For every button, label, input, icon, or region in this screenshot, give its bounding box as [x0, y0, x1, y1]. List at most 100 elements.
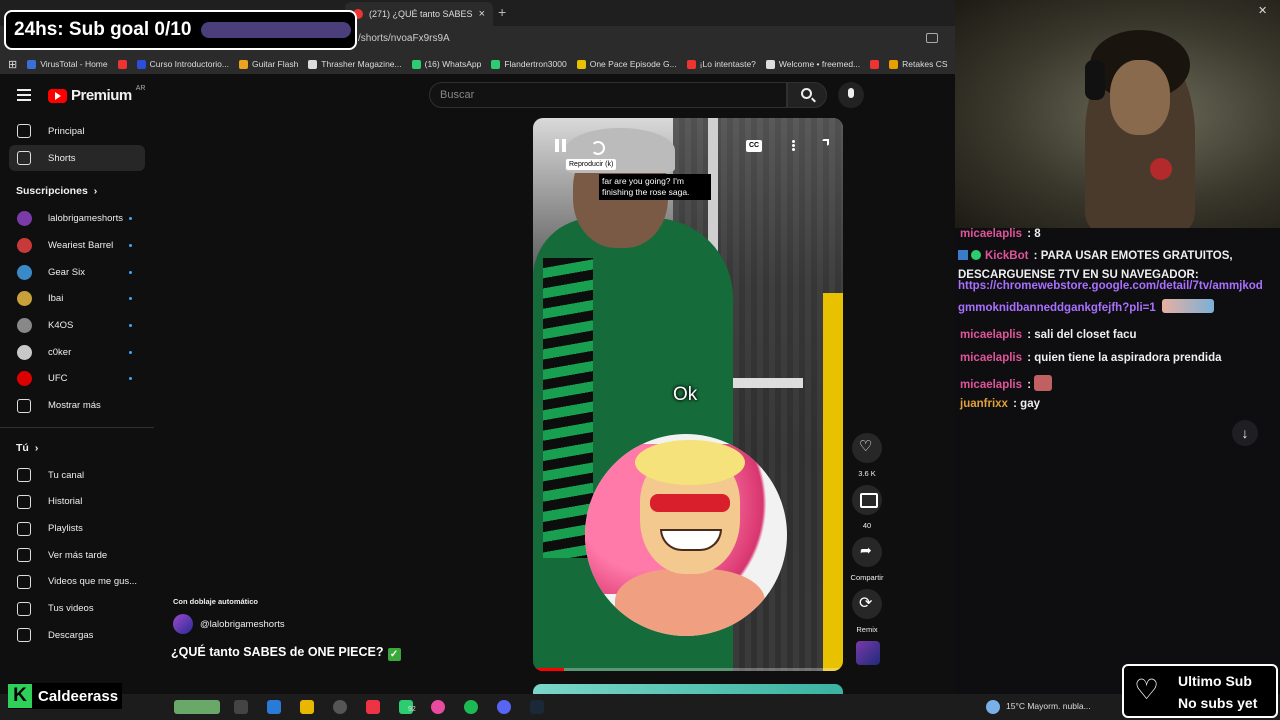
short-video-player[interactable]: far are you going? I'm finishing the ros… [533, 118, 843, 671]
bookmark-item[interactable]: Curso Introductorio... [136, 59, 229, 69]
channel-avatar[interactable] [173, 614, 193, 634]
sidebar-item-label: Tu canal [48, 469, 85, 481]
search-button[interactable] [787, 82, 827, 108]
channel-name[interactable]: @lalobrigameshorts [200, 619, 285, 630]
chat-username[interactable]: micaelaplis [960, 352, 1022, 364]
streamer-name-overlay: K Caldeerass [8, 683, 123, 709]
brave-icon[interactable] [366, 700, 380, 714]
subscription-item[interactable]: c0ker [0, 339, 154, 366]
bookmark-item[interactable] [870, 59, 880, 69]
url-text[interactable]: /shorts/nvoaFx9rs9A [358, 33, 450, 44]
steam-icon[interactable] [530, 700, 544, 714]
channel-avatar [17, 211, 32, 227]
file-explorer-icon[interactable] [300, 700, 314, 714]
more-options-icon[interactable] [785, 138, 803, 154]
bookmark-item[interactable]: Retakes CS [889, 59, 948, 69]
sidebar-item-you[interactable]: Historial [0, 489, 154, 516]
bookmark-item[interactable] [117, 59, 127, 69]
channel-icon [17, 468, 31, 483]
bookmark-item[interactable]: Guitar Flash [239, 59, 298, 69]
settings-icon[interactable] [333, 700, 347, 714]
sidebar-item-you[interactable]: Videos que me gus... [0, 569, 154, 596]
task-view-icon[interactable] [234, 700, 248, 714]
window-close-icon[interactable]: ✕ [1258, 4, 1267, 17]
chat-username[interactable]: juanfrixx [960, 398, 1008, 410]
new-tab-button[interactable]: + [498, 4, 506, 20]
sidebar-item-shorts[interactable]: Shorts [9, 144, 145, 172]
discord-icon[interactable] [497, 700, 511, 714]
pause-icon[interactable] [552, 138, 570, 154]
bookmark-item[interactable]: ¡Lo intentaste? [686, 59, 756, 69]
channel-avatar [17, 371, 32, 387]
chat-username[interactable]: micaelaplis [960, 379, 1022, 391]
bookmark-label: VirusTotal - Home [40, 59, 108, 69]
bookmark-item[interactable]: One Pace Episode G... [576, 59, 677, 69]
sidebar-item-label: Tus videos [48, 603, 94, 615]
subscription-item[interactable]: Weariest Barrel [0, 232, 154, 259]
cast-icon[interactable] [926, 33, 938, 43]
chevron-right-icon: › [93, 185, 98, 198]
sidebar-item-principal[interactable]: Principal [0, 118, 154, 145]
video-title: ¿QUÉ tanto SABES de ONE PIECE? ✓ [171, 645, 401, 661]
store-icon[interactable] [267, 700, 281, 714]
chat-username[interactable]: KickBot [985, 250, 1028, 262]
captions-button[interactable]: CC [746, 140, 762, 152]
bookmark-favicon-icon [576, 59, 586, 69]
chat-link-line-1[interactable]: https://chromewebstore.google.com/detail… [958, 280, 1263, 292]
bookmark-item[interactable]: Flandertron3000 [491, 59, 567, 69]
comments-button[interactable]: 40 [852, 485, 882, 530]
fullscreen-icon[interactable] [813, 138, 831, 154]
sidebar-item-label: K4OS [48, 319, 74, 331]
remix-button[interactable]: Remix [852, 589, 882, 634]
sidebar-item-you[interactable]: Playlists [0, 515, 154, 542]
new-content-dot [129, 270, 132, 274]
share-button[interactable]: Compartir [851, 537, 883, 582]
chat-message: micaelaplis : [960, 375, 1053, 391]
subscription-item[interactable]: Gear Six [0, 259, 154, 286]
background-shelf [723, 378, 803, 388]
volume-icon[interactable] [589, 138, 607, 155]
voice-search-mic-icon[interactable] [838, 82, 864, 108]
bookmark-item[interactable]: Welcome • freemed... [765, 59, 860, 69]
chat-link-line-2[interactable]: gmmoknidbanneddgankgfejfh?pli=1 [958, 299, 1214, 314]
chat-text: sali del closet facu [1034, 329, 1137, 341]
bookmark-item[interactable]: Thrasher Magazine... [308, 59, 402, 69]
sidebar-item-label: Mostrar más [48, 400, 101, 412]
search-input[interactable]: Buscar [429, 82, 787, 108]
you-heading[interactable]: Tú › [0, 434, 154, 462]
kick-logo-icon: K [8, 684, 32, 708]
apps-grid-icon[interactable]: ⊞ [8, 58, 17, 71]
app-icon[interactable] [431, 700, 445, 714]
chat-message: micaelaplis : quien tiene la aspiradora … [960, 352, 1222, 364]
channel-avatar [17, 264, 32, 280]
show-more-button[interactable]: Mostrar más [0, 392, 154, 419]
chat-emote-icon [1161, 299, 1214, 313]
subscription-item[interactable]: K4OS [0, 312, 154, 339]
chat-username[interactable]: micaelaplis [960, 329, 1022, 341]
browser-tab[interactable]: (271) ¿QUÉ tanto SABES de O × [345, 2, 493, 26]
subscription-item[interactable]: UFC [0, 366, 154, 393]
sidebar-item-you[interactable]: Ver más tarde [0, 542, 154, 569]
weather-text[interactable]: 15°C Mayorm. nubla... [1006, 701, 1091, 711]
subscription-item[interactable]: Ibai [0, 285, 154, 312]
your-videos-icon [17, 601, 31, 616]
hamburger-menu-icon[interactable] [17, 89, 31, 101]
tab-close-icon[interactable]: × [479, 8, 485, 20]
scroll-down-button[interactable]: ↓ [1232, 420, 1258, 446]
chat-link-text[interactable]: gmmoknidbanneddgankgfejfh?pli=1 [958, 302, 1156, 314]
sidebar-item-you[interactable]: Descargas [0, 622, 154, 649]
taskbar-widget-icon[interactable] [174, 700, 220, 714]
channel-thumbnail[interactable] [856, 641, 880, 665]
bookmark-item[interactable]: VirusTotal - Home [27, 59, 108, 69]
video-progress-bar[interactable] [533, 668, 843, 671]
chat-username[interactable]: micaelaplis [960, 228, 1022, 240]
spotify-icon[interactable] [464, 700, 478, 714]
youtube-premium-logo[interactable]: Premium AR [48, 85, 145, 104]
sidebar-item-you[interactable]: Tus videos [0, 595, 154, 622]
subscription-item[interactable]: lalobrigameshorts [0, 205, 154, 232]
subscriptions-heading[interactable]: Suscripciones › [0, 177, 154, 205]
sidebar-item-label: Descargas [48, 629, 94, 641]
sidebar-item-you[interactable]: Tu canal [0, 462, 154, 489]
like-button[interactable]: 3.6 K [852, 433, 882, 478]
bookmark-item[interactable]: (16) WhatsApp [411, 59, 481, 69]
